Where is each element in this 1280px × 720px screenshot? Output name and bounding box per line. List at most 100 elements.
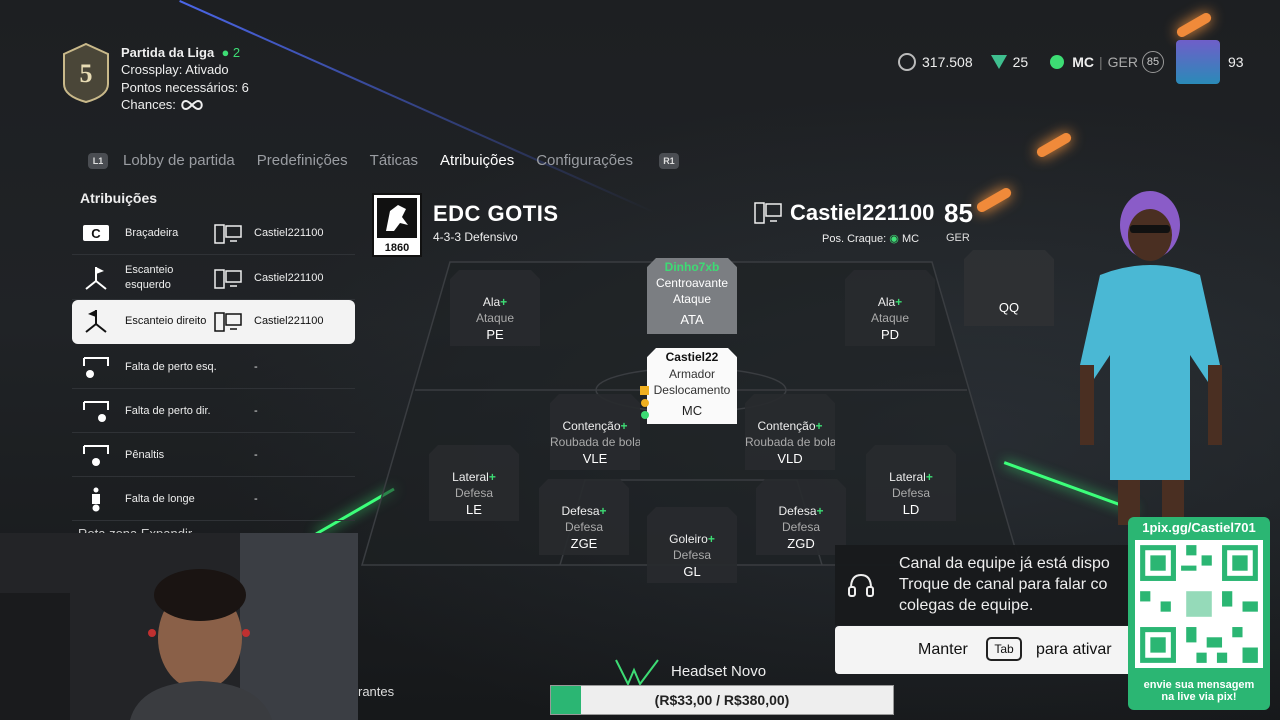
card-role: Centroavante: [655, 276, 729, 290]
plus-icon: +: [500, 295, 508, 309]
position-card-pd[interactable]: Ala+ Ataque PD: [845, 270, 935, 346]
position-value: MC: [1072, 54, 1094, 70]
corner-marker-icon: [641, 399, 649, 407]
card-owner: Castiel22: [665, 350, 719, 364]
plus-icon: +: [620, 419, 628, 433]
position-card-vle[interactable]: Contenção+ Roubada de bola VLE: [550, 394, 640, 470]
captain-marker-icon: [640, 386, 649, 395]
card-role: Ala: [482, 295, 501, 309]
currency-bar: 317.508 25 MC | GER 85 93: [898, 40, 1244, 84]
assignment-row-freekick-right[interactable]: Falta de perto dir. -: [72, 390, 355, 433]
party-icon: ●: [221, 45, 230, 60]
goal-title: Headset Novo: [671, 663, 767, 680]
hold-tab-prompt[interactable]: Manter Tab para ativar: [835, 626, 1135, 674]
corner-left-icon: [85, 267, 107, 290]
tab-lobby[interactable]: Lobby de partida: [123, 152, 235, 169]
svg-text:1860: 1860: [385, 242, 409, 254]
tab-settings[interactable]: Configurações: [536, 152, 633, 169]
card-focus: Roubada de bola: [745, 435, 835, 449]
card-position: ZGD: [787, 536, 815, 551]
card-focus: Defesa: [891, 486, 931, 500]
player-ger-label: GER: [946, 232, 970, 244]
r1-button-icon[interactable]: R1: [658, 152, 679, 169]
goal-progress-bar: (R$33,00 / R$380,00): [550, 685, 894, 715]
goal-logo-icon: [615, 659, 659, 686]
position-card-qq[interactable]: QQ: [964, 250, 1054, 326]
free-kick-left-icon: [83, 357, 109, 378]
card-position: PE: [486, 327, 504, 342]
ger-value: 85: [1141, 51, 1164, 73]
assignment-label: Falta de longe: [125, 492, 195, 505]
assignment-value: -: [254, 449, 258, 461]
svg-text:5: 5: [80, 59, 93, 88]
tab-tactics[interactable]: Táticas: [370, 152, 418, 169]
plus-icon: +: [816, 504, 824, 518]
plus-icon: +: [925, 470, 933, 484]
infinity-icon: [180, 100, 203, 111]
card-role: Lateral: [889, 470, 926, 484]
assignment-value: Castiel221100: [254, 315, 324, 327]
ger-label: GER: [1107, 54, 1138, 70]
tab-assignments[interactable]: Atribuições: [440, 152, 514, 169]
card-role: Lateral: [452, 470, 489, 484]
pix-message: envie sua mensagem: [1143, 679, 1255, 691]
notification-line: colegas de equipe.: [899, 597, 1034, 614]
plus-icon: +: [815, 419, 823, 433]
assignment-value: -: [254, 361, 258, 373]
cut-off-text: rantes: [358, 684, 395, 699]
player-name: Castiel221100: [790, 200, 935, 225]
assignment-value: Castiel221100: [254, 272, 324, 284]
qr-code-icon: [1135, 540, 1263, 668]
l1-button-icon[interactable]: L1: [88, 152, 108, 169]
assignment-row-captain[interactable]: C Braçadeira Castiel221100: [72, 212, 355, 255]
card-focus: Deslocamento: [653, 383, 731, 397]
formation[interactable]: 4-3-3 Defensivo: [433, 230, 518, 244]
assignment-row-freekick-left[interactable]: Falta de perto esq. -: [72, 346, 355, 389]
position-card-zge[interactable]: Defesa+ Defesa ZGE: [539, 479, 629, 555]
player-overall: 85: [944, 198, 973, 228]
card-position: MC: [681, 403, 703, 418]
position-card-zgd[interactable]: Defesa+ Defesa ZGD: [756, 479, 846, 555]
position-card-ata[interactable]: Dinho7xb Centroavante Ataque ATA: [647, 258, 737, 334]
club-name: EDC GOTIS: [433, 201, 559, 226]
position-card-mc[interactable]: Castiel22 Armador Deslocamento MC: [647, 348, 737, 424]
coins-icon: [898, 53, 916, 71]
hold-action: para ativar: [1036, 641, 1112, 658]
match-type: Partida da Liga: [121, 45, 215, 60]
card-position: QQ: [998, 300, 1020, 315]
card-owner: Dinho7xb: [664, 260, 720, 274]
avatar[interactable]: [1175, 40, 1220, 84]
position-card-vld[interactable]: Contenção+ Roubada de bola VLD: [745, 394, 835, 470]
assignments-panel: Atribuições C Braçadeira Castiel221100 E…: [72, 185, 356, 535]
position-card-pe[interactable]: Ala+ Ataque PE: [450, 270, 540, 346]
card-position: PD: [880, 327, 900, 342]
crossplay-status: Crossplay: Ativado: [121, 62, 229, 78]
assignment-row-corner-left[interactable]: Escanteio esquerdo Castiel221100: [72, 257, 355, 300]
pix-url: 1pix.gg/Castiel701: [1142, 520, 1256, 535]
free-kick-right-icon: [83, 401, 109, 422]
plus-icon: +: [707, 532, 715, 546]
assignment-row-penalty[interactable]: Pênaltis -: [72, 434, 355, 477]
player-position: Pos. Craque: ◉ MC: [822, 233, 920, 245]
card-focus: Defesa: [781, 520, 821, 534]
card-focus: Ataque: [672, 292, 712, 306]
assignment-row-long-freekick[interactable]: Falta de longe -: [72, 478, 355, 521]
points-value: 25: [1012, 54, 1029, 70]
plus-icon: +: [599, 504, 607, 518]
points-needed: Pontos necessários: 6: [121, 79, 249, 95]
penalty-icon: [83, 445, 109, 466]
pc-icon: [754, 202, 782, 224]
position-card-ld[interactable]: Lateral+ Defesa LD: [866, 445, 956, 521]
card-position: VLE: [582, 451, 608, 466]
card-focus: Defesa: [564, 520, 604, 534]
chances-label: Chances:: [121, 96, 176, 112]
tab-presets[interactable]: Predefinições: [257, 152, 348, 169]
team-channel-notification: Canal da equipe já está dispo Troque de …: [835, 545, 1135, 625]
position-card-le[interactable]: Lateral+ Defesa LE: [429, 445, 519, 521]
position-card-gl[interactable]: Goleiro+ Defesa GL: [647, 507, 737, 583]
card-focus: Ataque: [870, 311, 910, 325]
assignment-row-corner-right[interactable]: Escanteio direito Castiel221100: [72, 300, 355, 344]
card-role: Defesa: [561, 504, 600, 518]
goal-progress-text: (R$33,00 / R$380,00): [654, 692, 790, 708]
pix-qr-panel: 1pix.gg/Castiel701 envie sua mensagem na …: [1128, 517, 1270, 710]
